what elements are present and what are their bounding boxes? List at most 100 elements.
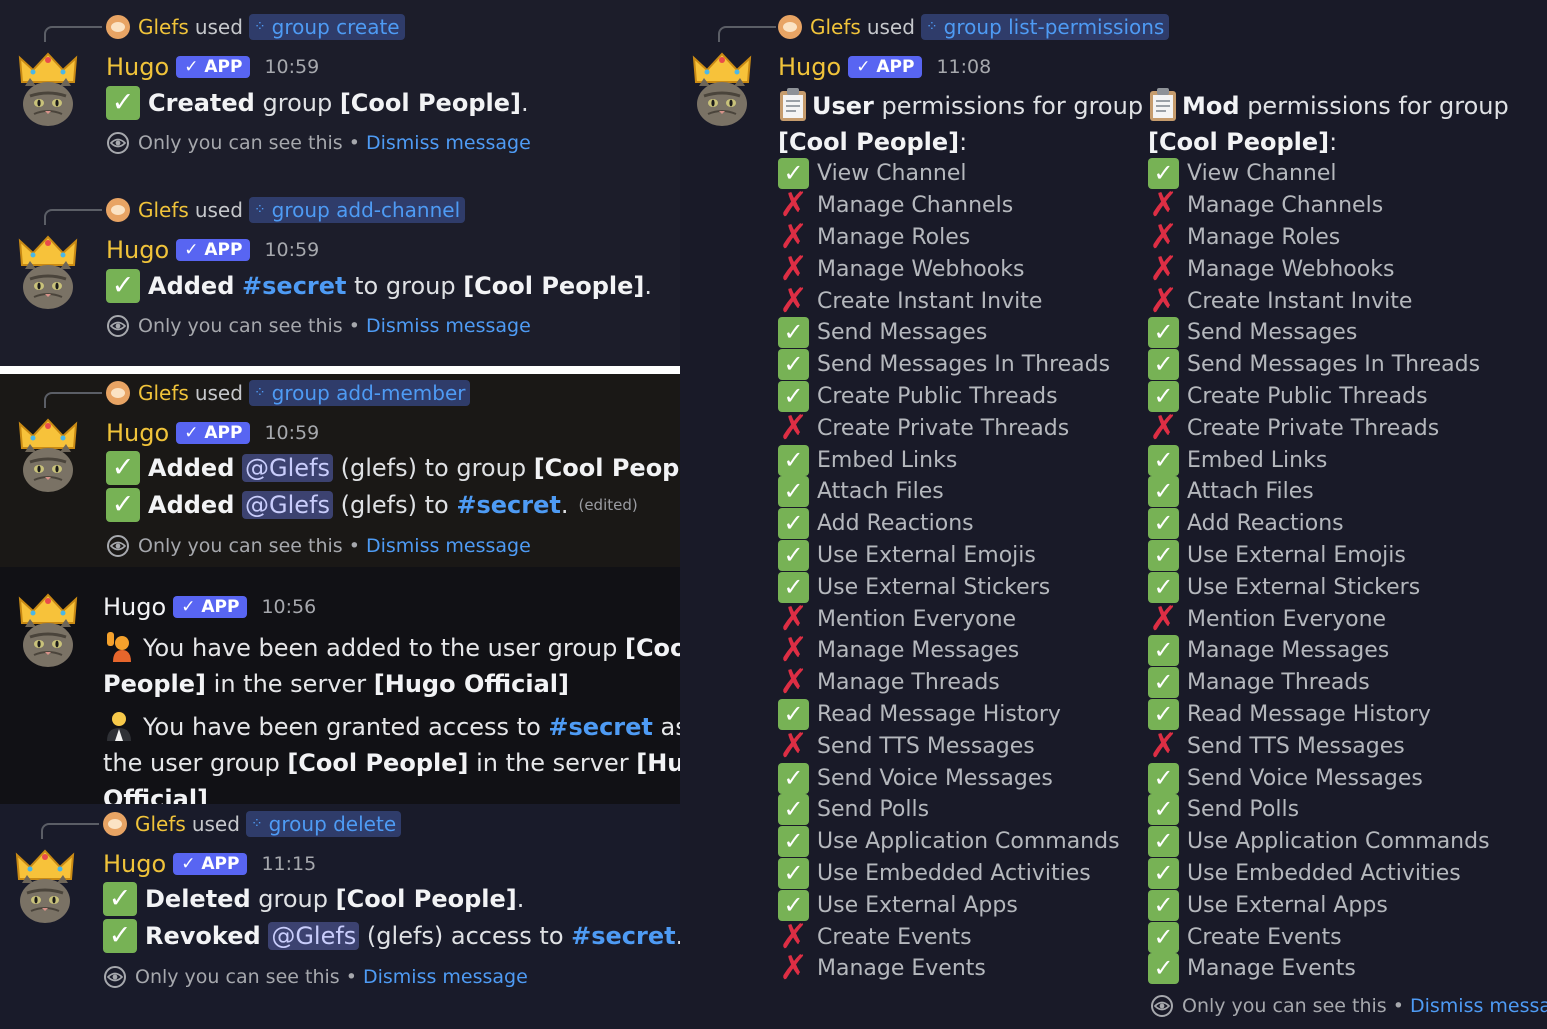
notice-text: You have been added to the user group bbox=[143, 634, 625, 662]
raising-hand-icon bbox=[107, 632, 131, 662]
bot-username[interactable]: Hugo bbox=[106, 236, 169, 264]
command-icon: ⁘ bbox=[253, 19, 266, 35]
channel-link[interactable]: #secret bbox=[571, 922, 675, 950]
permission-item: ✓ Send Messages In Threads bbox=[1148, 349, 1490, 381]
check-icon: ✓ bbox=[1148, 508, 1179, 540]
dismiss-message-link[interactable]: Dismiss message bbox=[366, 535, 531, 557]
permission-label: Manage Webhooks bbox=[1187, 256, 1395, 282]
avatar[interactable] bbox=[16, 52, 80, 130]
channel-link[interactable]: #secret bbox=[456, 491, 560, 519]
message-group-add-channel: Glefs used ⁘ group add-channel Hugo ✓ APP… bbox=[0, 183, 680, 366]
avatar[interactable] bbox=[13, 849, 77, 927]
dismiss-message-link[interactable]: Dismiss message bbox=[366, 132, 531, 154]
message-text: group bbox=[250, 885, 336, 913]
permission-label: Send Polls bbox=[1187, 797, 1300, 823]
command-reply-header[interactable]: Glefs used ⁘ group add-channel bbox=[106, 197, 466, 223]
dismiss-message-link[interactable]: Dismiss message bbox=[366, 315, 531, 337]
reply-username[interactable]: Glefs bbox=[138, 15, 189, 39]
permission-item: ✗ Create Private Threads bbox=[778, 407, 1120, 448]
command-icon: ⁘ bbox=[250, 816, 263, 832]
user-mention[interactable]: @Glefs bbox=[242, 454, 334, 482]
user-mention[interactable]: @Glefs bbox=[268, 922, 360, 950]
slash-command-chip[interactable]: ⁘ group create bbox=[248, 14, 405, 40]
channel-link[interactable]: #secret bbox=[548, 713, 652, 741]
cross-icon: ✗ bbox=[779, 948, 808, 989]
server-name: [Hugo Official] bbox=[373, 670, 569, 698]
command-reply-header[interactable]: Glefs used ⁘ group add-member bbox=[106, 380, 471, 406]
timestamp[interactable]: 11:15 bbox=[261, 853, 316, 875]
timestamp[interactable]: 10:59 bbox=[264, 422, 319, 444]
command-icon: ⁘ bbox=[925, 19, 938, 35]
ephemeral-text: Only you can see this bbox=[1182, 995, 1387, 1017]
ephemeral-text: Only you can see this bbox=[138, 315, 343, 337]
permission-item: ✗ Manage Channels bbox=[778, 188, 1120, 222]
command-reply-header[interactable]: Glefs used ⁘ group list-permissions bbox=[778, 14, 1170, 40]
reply-username[interactable]: Glefs bbox=[138, 381, 189, 405]
cross-icon: ✗ bbox=[1149, 725, 1178, 766]
avatar[interactable] bbox=[16, 593, 80, 671]
timestamp[interactable]: 10:56 bbox=[261, 596, 316, 618]
heading-text: permissions for group bbox=[873, 92, 1144, 120]
avatar[interactable] bbox=[690, 52, 754, 130]
permission-item: ✓ Embed Links bbox=[1148, 444, 1490, 476]
ephemeral-notice: Only you can see this • Dismiss message bbox=[103, 965, 528, 989]
user-mention[interactable]: @Glefs bbox=[242, 491, 334, 519]
ephemeral-text: Only you can see this bbox=[138, 535, 343, 557]
bot-username[interactable]: Hugo bbox=[106, 53, 169, 81]
user-mini-avatar[interactable] bbox=[103, 812, 127, 836]
message-header: Hugo ✓ APP 11:15 bbox=[103, 850, 316, 878]
timestamp[interactable]: 11:08 bbox=[936, 56, 991, 78]
reply-username[interactable]: Glefs bbox=[138, 198, 189, 222]
user-mini-avatar[interactable] bbox=[106, 381, 130, 405]
command-reply-header[interactable]: Glefs used ⁘ group delete bbox=[103, 811, 402, 837]
mod-permissions-heading: Mod permissions for group [Cool People]: bbox=[1148, 86, 1518, 160]
eye-icon bbox=[106, 314, 130, 338]
permission-label: Embed Links bbox=[817, 447, 958, 473]
ephemeral-notice: Only you can see this • Dismiss message bbox=[106, 534, 531, 558]
avatar[interactable] bbox=[16, 418, 80, 496]
permission-item: ✓ Send Messages bbox=[778, 317, 1120, 349]
permission-label: Add Reactions bbox=[1187, 511, 1344, 537]
command-reply-header[interactable]: Glefs used ⁘ group create bbox=[106, 14, 405, 40]
permission-label: Use Embedded Activities bbox=[1187, 860, 1461, 886]
check-icon: ✓ bbox=[778, 794, 809, 826]
permission-label: Mention Everyone bbox=[1187, 606, 1387, 632]
dismiss-message-link[interactable]: Dismiss message bbox=[1410, 995, 1547, 1017]
user-mini-avatar[interactable] bbox=[106, 15, 130, 39]
command-icon: ⁘ bbox=[253, 202, 266, 218]
bot-username[interactable]: Hugo bbox=[103, 850, 166, 878]
permission-label: Use Embedded Activities bbox=[817, 860, 1091, 886]
permission-item: ✓ Read Message History bbox=[1148, 698, 1490, 731]
reply-username[interactable]: Glefs bbox=[135, 812, 186, 836]
message-line: ✓ Added @Glefs (glefs) to group [Cool Pe… bbox=[106, 451, 722, 485]
dismiss-message-link[interactable]: Dismiss message bbox=[363, 966, 528, 988]
permission-label: Manage Channels bbox=[1187, 193, 1384, 219]
slash-command-chip[interactable]: ⁘ group add-member bbox=[248, 380, 471, 406]
permission-label: Embed Links bbox=[1187, 447, 1328, 473]
channel-link[interactable]: #secret bbox=[242, 272, 346, 300]
separator: • bbox=[348, 315, 360, 337]
message-text: (glefs) access to bbox=[359, 922, 572, 950]
timestamp[interactable]: 10:59 bbox=[264, 56, 319, 78]
reply-connector bbox=[44, 392, 102, 408]
check-icon: ✓ bbox=[1148, 921, 1179, 953]
reply-username[interactable]: Glefs bbox=[810, 15, 861, 39]
group-name: [Cool People] bbox=[778, 128, 960, 156]
slash-command-chip[interactable]: ⁘ group list-permissions bbox=[920, 14, 1170, 40]
cross-icon: ✗ bbox=[779, 407, 808, 448]
slash-command-chip[interactable]: ⁘ group delete bbox=[245, 811, 402, 837]
command-name: group add-member bbox=[271, 381, 466, 405]
reply-used-label: used bbox=[191, 812, 240, 836]
permission-label: View Channel bbox=[817, 161, 967, 187]
avatar[interactable] bbox=[16, 235, 80, 313]
timestamp[interactable]: 10:59 bbox=[264, 239, 319, 261]
eye-icon bbox=[106, 131, 130, 155]
user-mini-avatar[interactable] bbox=[778, 15, 802, 39]
bot-username[interactable]: Hugo bbox=[106, 419, 169, 447]
user-mini-avatar[interactable] bbox=[106, 198, 130, 222]
permission-label: Send Messages bbox=[817, 320, 988, 346]
slash-command-chip[interactable]: ⁘ group add-channel bbox=[248, 197, 466, 223]
check-icon: ✓ bbox=[103, 882, 137, 916]
bot-username[interactable]: Hugo bbox=[778, 53, 841, 81]
bot-username[interactable]: Hugo bbox=[103, 593, 166, 621]
